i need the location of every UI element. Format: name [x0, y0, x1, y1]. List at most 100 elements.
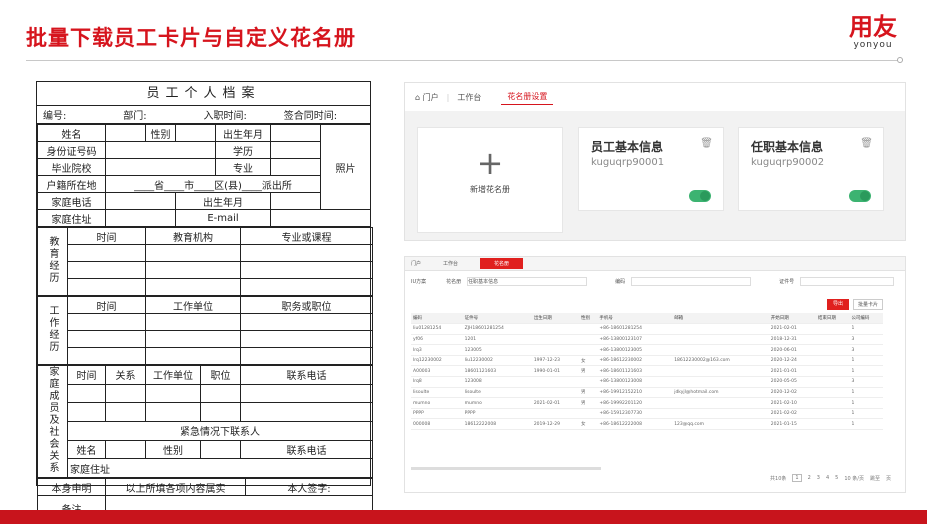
table-cell	[672, 365, 769, 378]
table-row[interactable]: lrq8 123008 +86-13800123008 2020-05-05 3	[411, 376, 883, 388]
table-row[interactable]: mumno mumno 2021-02-01 男 +86-19992201120 2021…	[411, 397, 883, 409]
cell-name-label: 姓名	[37, 124, 106, 142]
family-head-relation: 关系	[105, 365, 146, 385]
grid-header-cell[interactable]: 公司编码	[849, 313, 883, 325]
cell-email-label: E-mail	[175, 209, 271, 227]
roster-card-basic[interactable]: 员工基本信息 kuguqrp90001 🗑	[578, 127, 724, 211]
table-row[interactable]: lrq3 123005 +86-13800123005 2020-06-01 3	[411, 344, 883, 356]
table-row[interactable]: PPPP PPPP +86-15912307730 2021-02-02 1	[411, 408, 883, 420]
table-cell: ZJH18601281254	[462, 323, 532, 335]
pager-item[interactable]: 10 条/页	[844, 475, 864, 482]
filter-scheme[interactable]: IU方案	[411, 278, 426, 285]
table-row[interactable]: lrq12230002 liu12230002 1997-12-23 女 +86-186…	[411, 355, 883, 367]
table-cell: +86-18612222008	[597, 418, 673, 431]
cell-gender-label: 性别	[145, 124, 176, 142]
pager-item[interactable]: 1	[792, 474, 802, 482]
table-cell: 1	[849, 397, 883, 409]
table-cell: lrq12230002	[411, 355, 463, 367]
tab-roster[interactable]: 花名册	[480, 258, 524, 269]
batch-card-button[interactable]: 批量卡片	[852, 299, 883, 310]
edu-cell	[240, 261, 373, 279]
table-row[interactable]: lisoulte lisoulte 男 +86-19912152210 jdkyjl@h…	[411, 387, 883, 399]
nav-workbench[interactable]: 工作台	[443, 260, 458, 267]
pager-item[interactable]: 2	[808, 475, 811, 481]
table-cell	[578, 344, 598, 356]
cell-addr-value	[105, 209, 176, 227]
cell-gender-value	[175, 124, 216, 142]
cell-phone-birth-value	[270, 192, 321, 210]
tab-roster-settings[interactable]: 花名册设置	[501, 89, 554, 105]
family-cell	[145, 402, 201, 422]
table-cell: 男	[578, 365, 598, 378]
grid-header-row: 编码 证件号 出生日期 性别 手机号 邮箱 开始日期 结束日期 公司编码	[411, 313, 883, 325]
code-input[interactable]	[631, 276, 752, 286]
table-cell: +86-18601121603	[597, 365, 673, 378]
panel1-nav: ⌂ 门户 | 工作台 花名册设置	[405, 83, 905, 111]
table-cell: 1201	[462, 334, 532, 346]
grid-header-cell[interactable]: 编码	[411, 313, 463, 325]
new-roster-card[interactable]: + 新增花名册	[417, 127, 563, 233]
grid-header-cell[interactable]: 证件号	[462, 313, 532, 325]
pager-item[interactable]: 3	[817, 475, 820, 481]
idno-input[interactable]	[800, 276, 895, 286]
grid-header-cell[interactable]: 出生日期	[531, 313, 579, 325]
grid-header-cell[interactable]: 结束日期	[815, 313, 850, 325]
nav-portal[interactable]: 门户	[423, 92, 439, 103]
export-button[interactable]: 导出	[826, 299, 849, 310]
roster-card-position[interactable]: 任职基本信息 kuguqrp90002 🗑	[738, 127, 884, 211]
table-cell: 2019-12-29	[531, 418, 579, 431]
emg-name-value	[105, 439, 146, 460]
horizontal-scrollbar[interactable]	[411, 467, 601, 470]
trash-icon[interactable]: 🗑	[860, 138, 873, 149]
table-row[interactable]: liu01281254 ZJH18601281254 +86-18601281254…	[411, 323, 883, 335]
pager-item[interactable]: 5	[835, 475, 838, 481]
grid-header-cell[interactable]: 手机号	[597, 313, 673, 325]
edu-cell	[67, 244, 146, 262]
roster-select[interactable]: 任职基本信息	[467, 276, 588, 286]
cell-birth-label: 出生年月	[215, 124, 271, 142]
table-cell: 2018-12-31	[768, 334, 816, 346]
edu-head-org: 教育机构	[145, 227, 241, 245]
table-row[interactable]: A00003 18601121603 1990-01-01 男 +86-18601121…	[411, 365, 883, 378]
enable-toggle[interactable]	[849, 190, 871, 202]
table-cell	[578, 376, 598, 388]
pagination: 共10条 1 2 3 4 5 10 条/页 跳至页	[770, 474, 891, 482]
table-cell: 1	[849, 355, 883, 367]
table-cell: 3	[849, 344, 883, 356]
roster-grid: 编码 证件号 出生日期 性别 手机号 邮箱 开始日期 结束日期 公司编码 liu01281254 Z…	[411, 313, 883, 431]
roster-card-code: kuguqrp90002	[751, 157, 825, 168]
grid-header-cell[interactable]: 邮箱	[672, 313, 769, 325]
nav-separator: |	[446, 92, 450, 102]
pager-item[interactable]: 页	[886, 475, 891, 482]
enable-toggle[interactable]	[689, 190, 711, 202]
home-icon[interactable]: ⌂	[415, 93, 420, 102]
trash-icon[interactable]: 🗑	[700, 138, 713, 149]
cell-name-value	[105, 124, 146, 142]
cell-addr-label: 家庭住址	[37, 209, 106, 227]
table-cell: lrq8	[411, 376, 463, 388]
table-cell: 2021-01-01	[768, 365, 816, 378]
table-cell: jdkyjl@hotmail.com	[672, 387, 769, 399]
nav-workbench[interactable]: 工作台	[457, 92, 481, 103]
table-cell	[815, 323, 850, 335]
filter-roster-label: 花名册	[446, 278, 462, 285]
table-row[interactable]: yf06 1201 +86-13800123107 2018-12-31 3	[411, 334, 883, 346]
pager-item[interactable]: 4	[826, 475, 829, 481]
meta-contract: 签合同时间:	[283, 111, 338, 122]
cell-hukou-label: 户籍所在地	[37, 175, 106, 193]
nav-portal[interactable]: 门户	[411, 260, 421, 267]
grid-header-cell[interactable]: 性别	[578, 313, 598, 325]
table-cell: 2020-05-05	[768, 376, 816, 388]
declare-text: 以上所填各项内容属实	[105, 478, 246, 496]
table-row[interactable]: 000008 18612222008 2019-12-29 女 +86-18612222…	[411, 418, 883, 431]
grid-header-cell[interactable]: 开始日期	[768, 313, 816, 325]
table-cell: +86-13800123107	[597, 334, 673, 346]
emg-gender-value	[200, 439, 241, 460]
pager-item[interactable]: 跳至	[870, 475, 880, 482]
table-cell: 2021-02-02	[768, 408, 816, 420]
logo-cn: 用友	[849, 13, 897, 41]
family-cell	[67, 402, 106, 422]
edu-head-major: 专业或课程	[240, 227, 373, 245]
roster-list-panel: 门户 工作台 花名册 IU方案 花名册 任职基本信息 编码 证件号 导出 批量卡…	[404, 256, 906, 493]
table-cell	[672, 323, 769, 335]
